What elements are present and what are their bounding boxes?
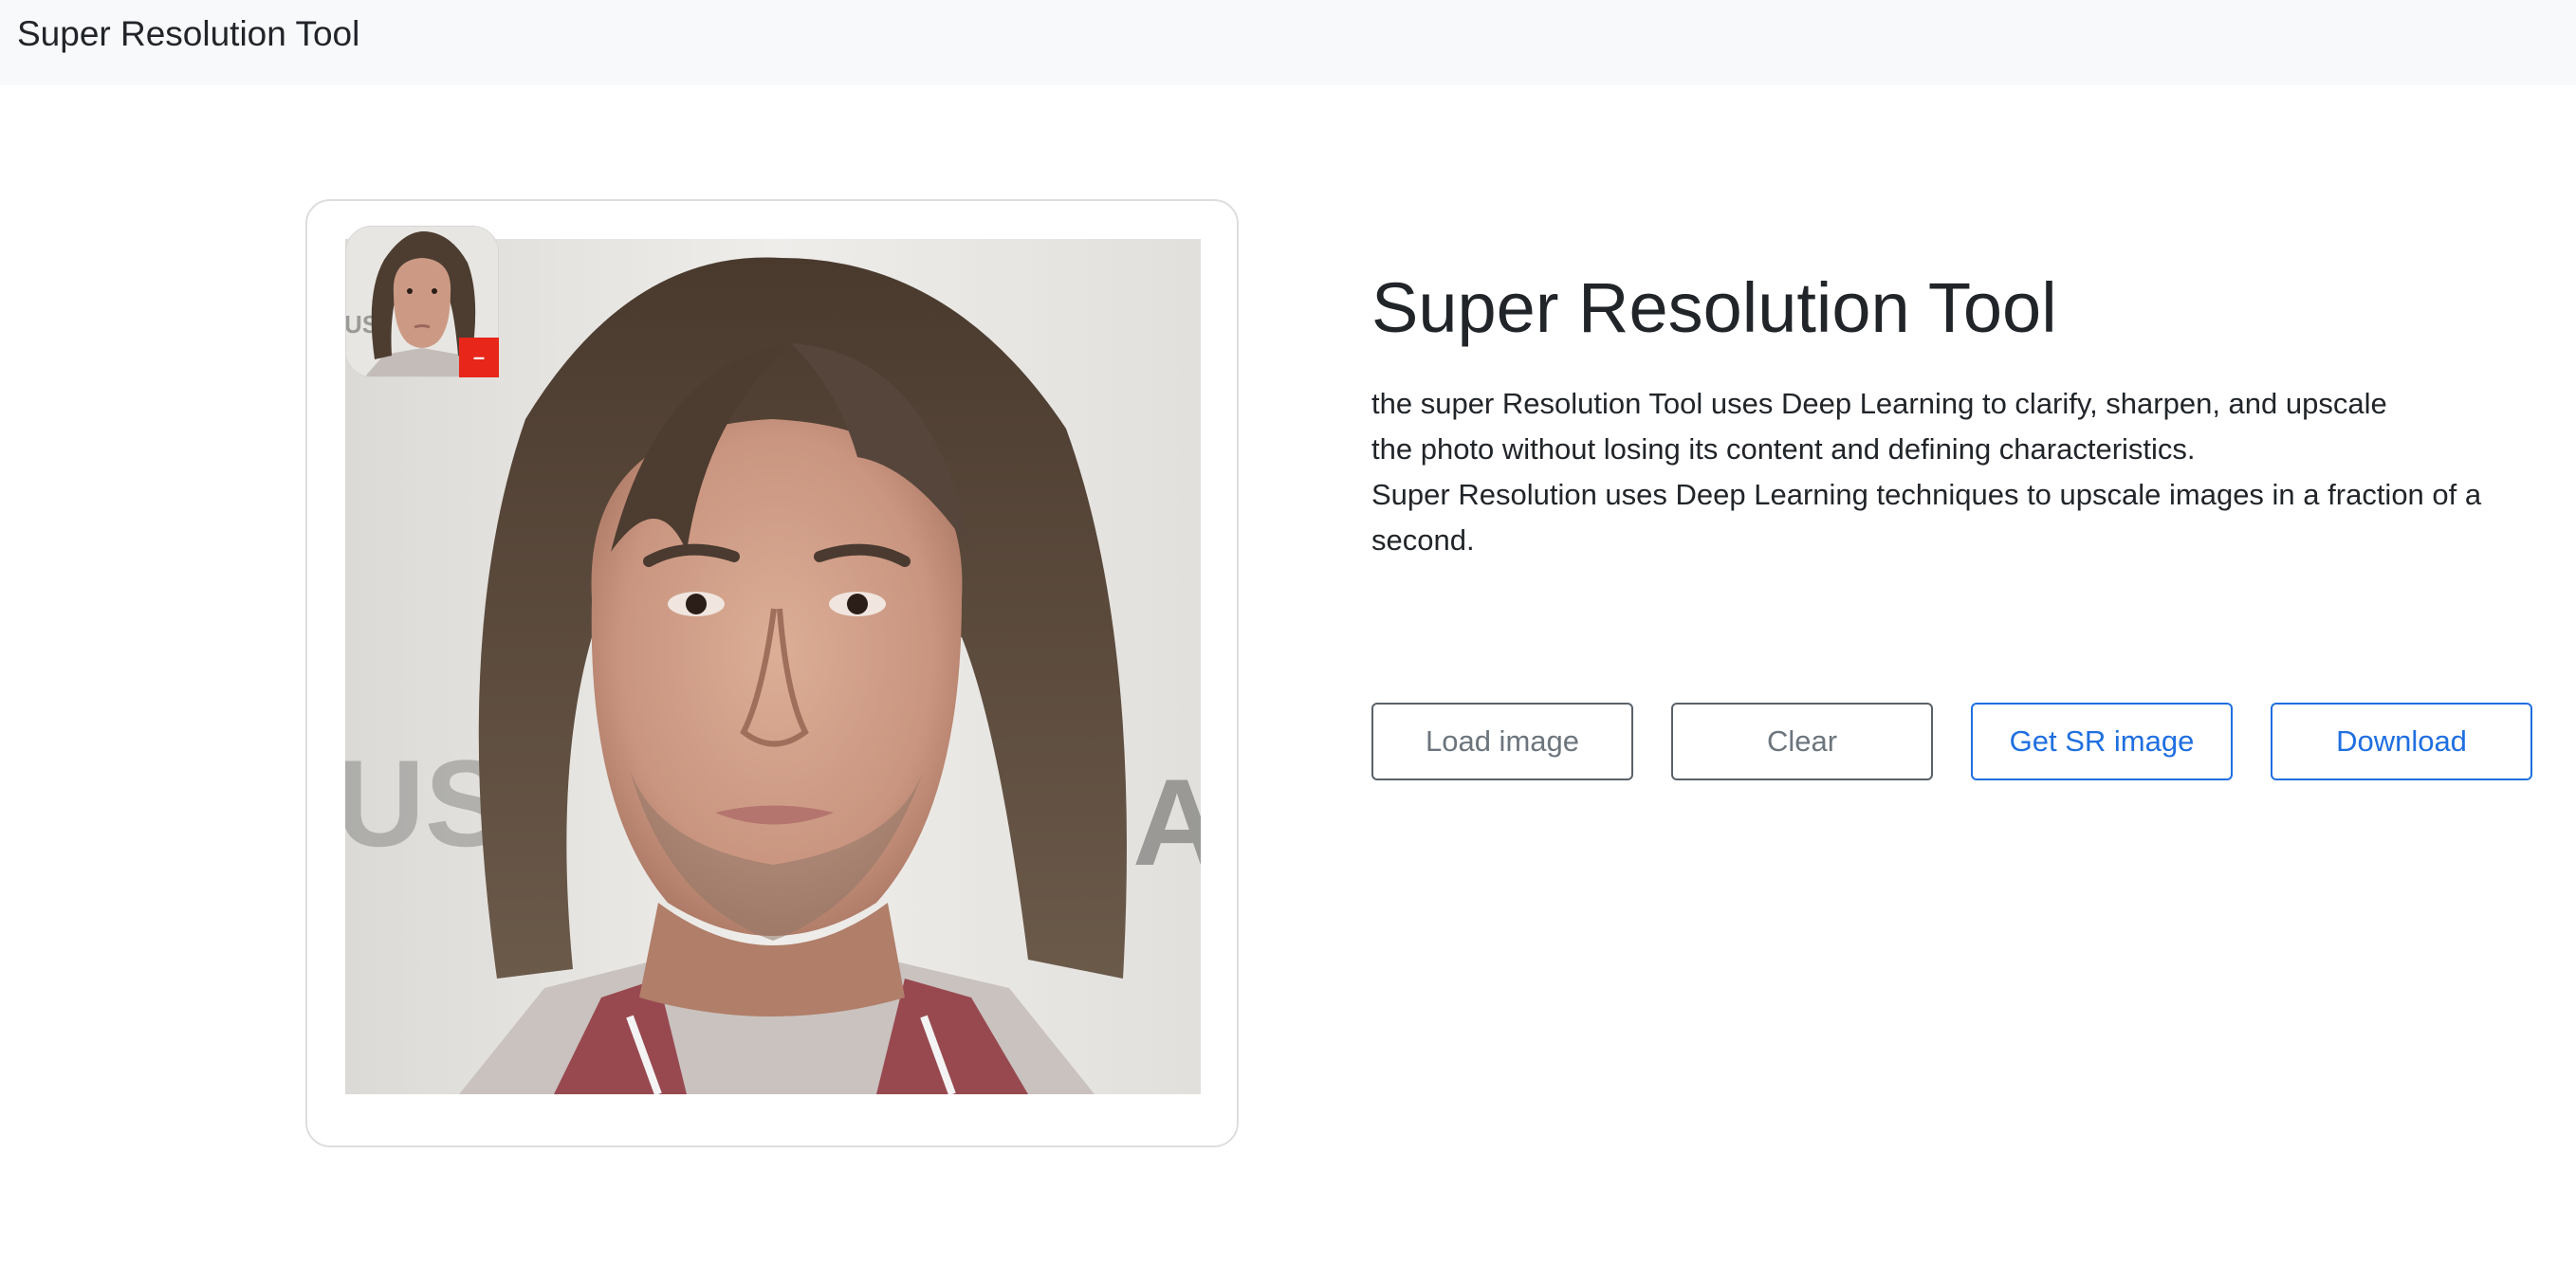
- description-line: the photo without losing its content and…: [1371, 432, 2196, 466]
- navbar: Super Resolution Tool: [0, 0, 2576, 85]
- info-panel: Super Resolution Tool the super Resoluti…: [1371, 256, 2548, 563]
- remove-thumbnail-button[interactable]: –: [459, 338, 499, 377]
- description-line: Super Resolution uses Deep Learning tech…: [1371, 478, 2482, 511]
- download-button[interactable]: Download: [2271, 703, 2532, 780]
- image-card: US AL: [305, 199, 1239, 1147]
- clear-button[interactable]: Clear: [1671, 703, 1933, 780]
- get-sr-image-button[interactable]: Get SR image: [1971, 703, 2233, 780]
- load-image-button[interactable]: Load image: [1371, 703, 1633, 780]
- page-title: Super Resolution Tool: [1371, 268, 2057, 347]
- description-line: the super Resolution Tool uses Deep Lear…: [1371, 387, 2387, 420]
- svg-text:AL: AL: [1132, 753, 1201, 891]
- navbar-brand[interactable]: Super Resolution Tool: [17, 13, 359, 55]
- description: the super Resolution Tool uses Deep Lear…: [1371, 381, 2548, 563]
- description-line: second.: [1371, 523, 1475, 557]
